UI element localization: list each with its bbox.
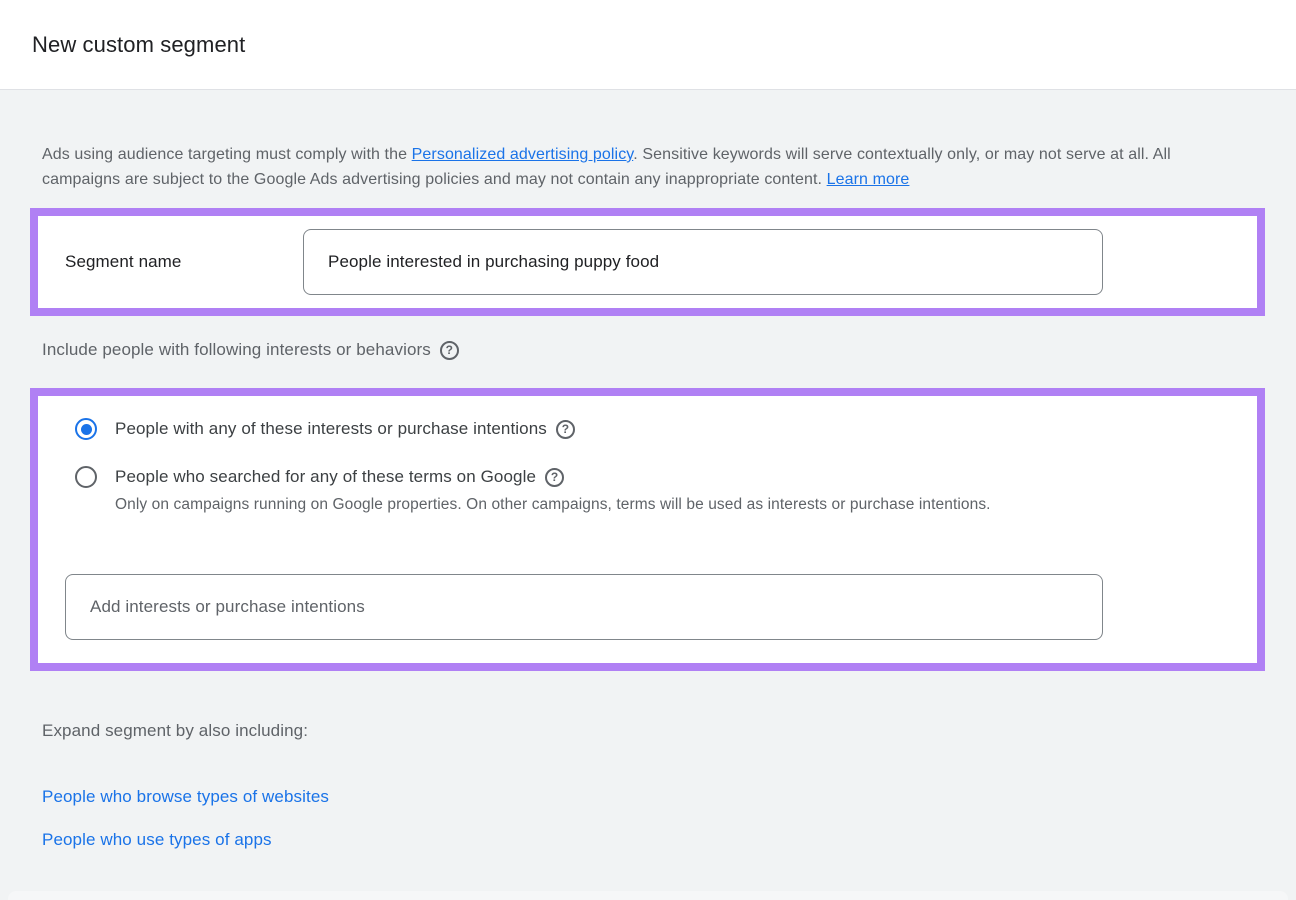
segment-name-highlight-box: Segment name	[30, 208, 1265, 316]
interests-highlight-box: People with any of these interests or pu…	[30, 388, 1265, 671]
radio-option-search-terms[interactable]: People who searched for any of these ter…	[75, 464, 1257, 490]
browse-websites-link[interactable]: People who browse types of websites	[42, 785, 1254, 809]
help-icon[interactable]: ?	[440, 341, 459, 360]
add-interests-input[interactable]	[65, 574, 1103, 640]
segment-name-input[interactable]	[303, 229, 1103, 295]
include-heading-text: Include people with following interests …	[42, 338, 431, 362]
segment-name-row: Segment name	[38, 229, 1257, 295]
new-custom-segment-form: Ads using audience targeting must comply…	[0, 90, 1296, 900]
radio-button-icon[interactable]	[75, 418, 97, 440]
page-header: New custom segment	[0, 0, 1296, 90]
disclaimer-text-start: Ads using audience targeting must comply…	[42, 146, 412, 163]
radio-option-interests[interactable]: People with any of these interests or pu…	[75, 416, 1257, 442]
radio-option-label: People with any of these interests or pu…	[115, 416, 547, 442]
help-icon[interactable]: ?	[556, 420, 575, 439]
page-title: New custom segment	[32, 32, 245, 58]
include-section-heading: Include people with following interests …	[42, 338, 1254, 362]
expand-section-heading: Expand segment by also including:	[42, 719, 1254, 743]
use-apps-link[interactable]: People who use types of apps	[42, 828, 1254, 852]
segment-name-label: Segment name	[65, 252, 303, 272]
help-icon[interactable]: ?	[545, 468, 564, 487]
next-card-top-edge	[8, 891, 1288, 900]
audience-policy-disclaimer: Ads using audience targeting must comply…	[42, 142, 1244, 192]
search-terms-description: Only on campaigns running on Google prop…	[115, 492, 1083, 518]
radio-option-label: People who searched for any of these ter…	[115, 464, 536, 490]
personalized-advertising-policy-link[interactable]: Personalized advertising policy	[412, 146, 634, 163]
radio-button-icon[interactable]	[75, 466, 97, 488]
learn-more-link[interactable]: Learn more	[827, 171, 910, 188]
